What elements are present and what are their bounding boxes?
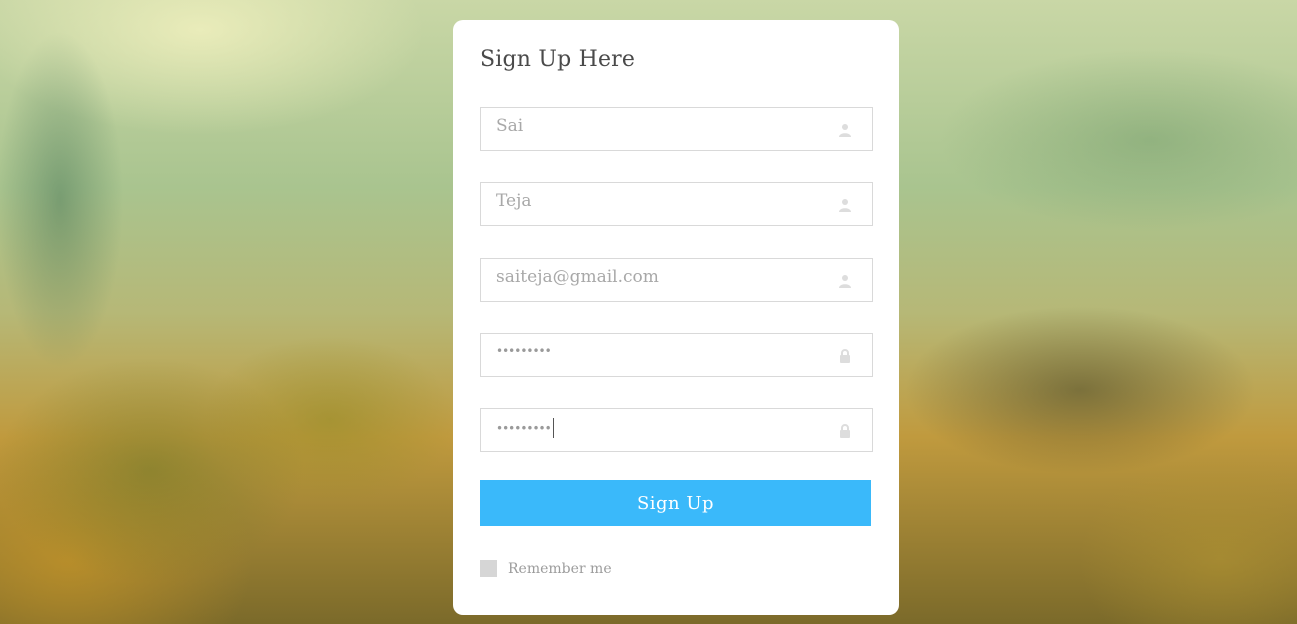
remember-me-row: Remember me	[480, 560, 612, 577]
user-icon	[838, 197, 852, 212]
password-value: •••••••••	[496, 344, 552, 358]
page-title: Sign Up Here	[480, 47, 636, 72]
text-caret	[552, 418, 554, 438]
sign-up-button[interactable]: Sign Up	[480, 480, 871, 526]
email-value: saiteja@gmail.com	[496, 267, 659, 287]
last-name-field[interactable]: Teja	[480, 182, 873, 226]
first-name-field[interactable]: Sai	[480, 107, 873, 151]
user-icon	[838, 273, 852, 288]
first-name-value: Sai	[496, 116, 524, 136]
last-name-value: Teja	[496, 191, 532, 211]
signup-card: Sign Up Here Sai Teja saiteja@gmail.com …	[453, 20, 899, 615]
email-field[interactable]: saiteja@gmail.com	[480, 258, 873, 302]
user-icon	[838, 122, 852, 137]
confirm-password-field[interactable]: •••••••••	[480, 408, 873, 452]
lock-icon	[838, 348, 852, 363]
remember-me-label[interactable]: Remember me	[508, 561, 612, 577]
lock-icon	[838, 423, 852, 438]
remember-me-checkbox[interactable]	[480, 560, 497, 577]
confirm-password-value: •••••••••	[496, 418, 554, 439]
password-field[interactable]: •••••••••	[480, 333, 873, 377]
